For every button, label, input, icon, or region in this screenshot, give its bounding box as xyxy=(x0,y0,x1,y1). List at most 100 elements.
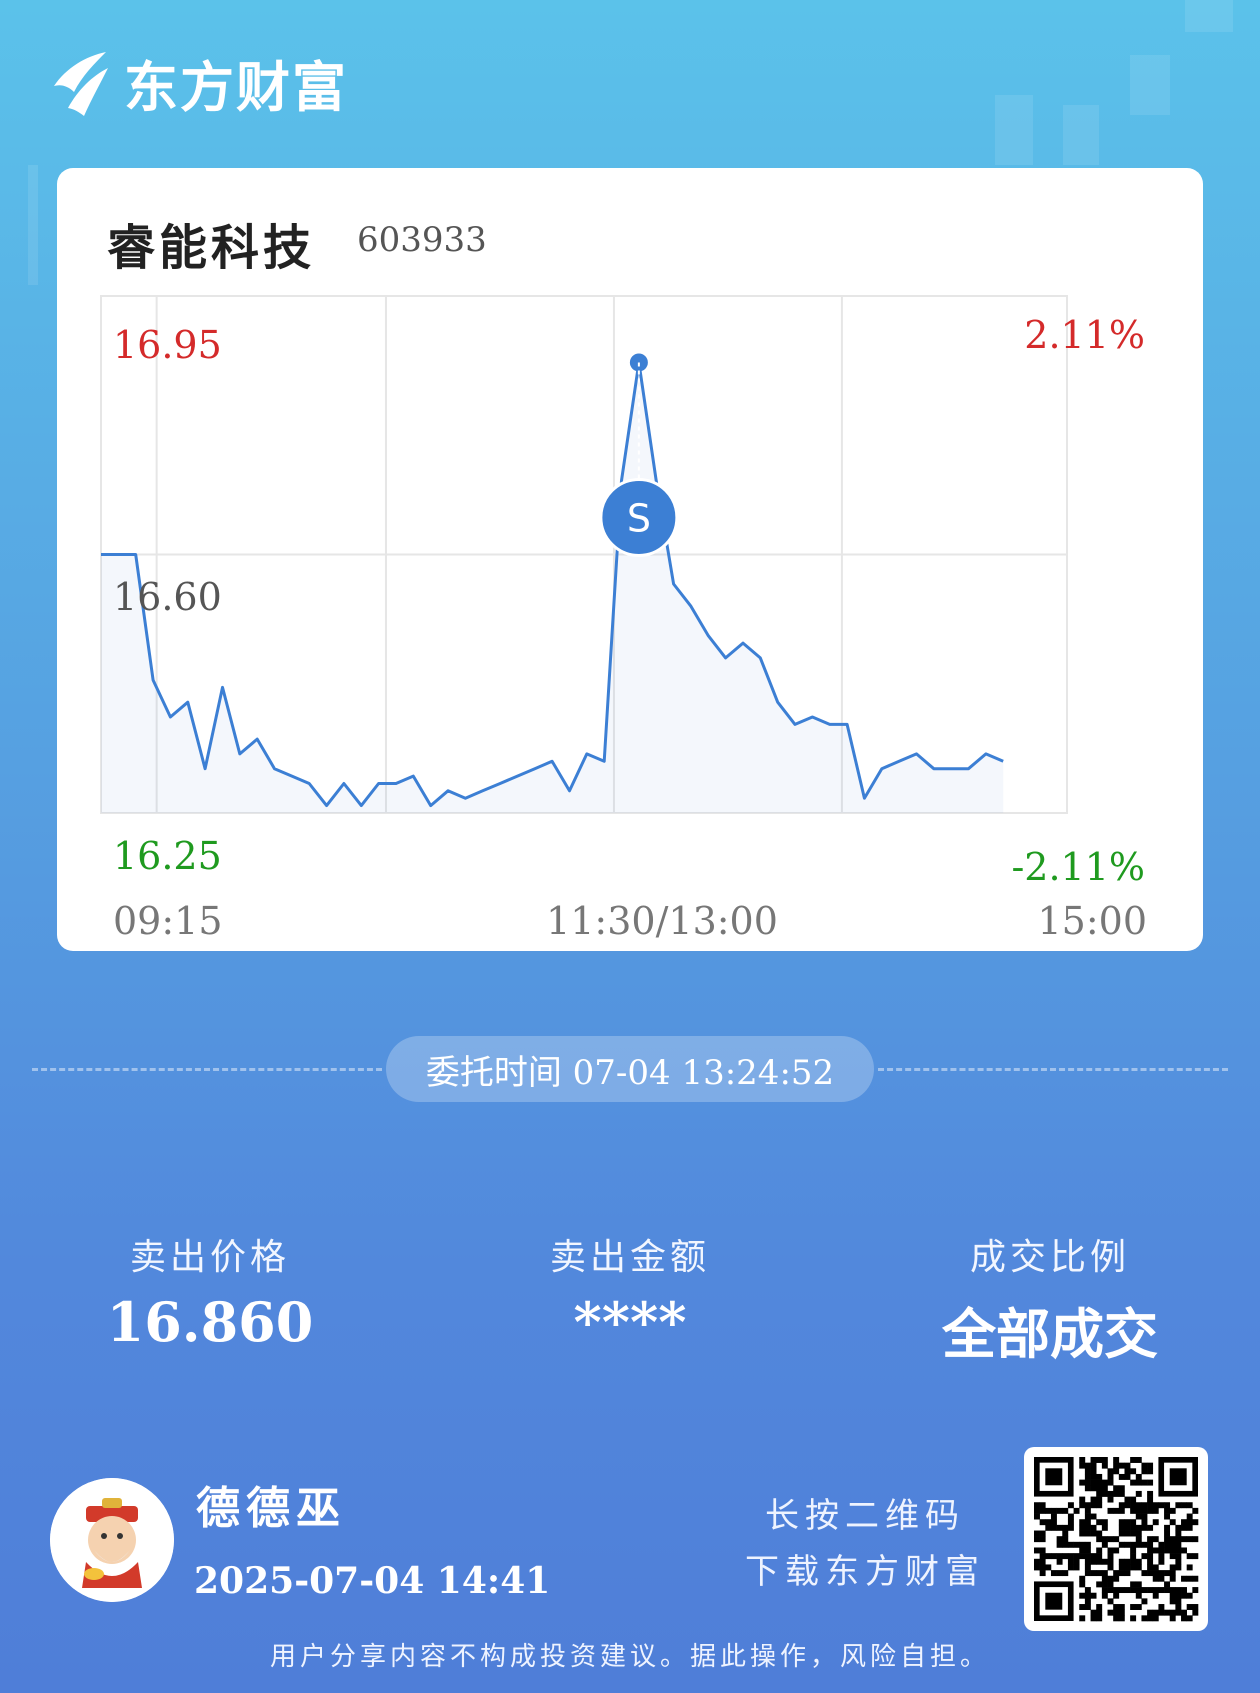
qr-module xyxy=(1135,1581,1142,1588)
user-name: 德德巫 xyxy=(196,1483,346,1534)
qr-module xyxy=(1107,1581,1114,1588)
qr-module xyxy=(1186,1502,1193,1509)
qr-module xyxy=(1101,1524,1108,1531)
qr-module xyxy=(1107,1575,1114,1582)
stat-value: **** xyxy=(573,1290,687,1354)
qr-module xyxy=(1141,1479,1148,1486)
qr-module xyxy=(1147,1468,1154,1475)
qr-module xyxy=(1096,1457,1103,1463)
qr-code[interactable] xyxy=(1024,1447,1208,1631)
qr-module xyxy=(1062,1570,1069,1577)
qr-module xyxy=(1113,1507,1120,1514)
qr-module xyxy=(1124,1564,1131,1571)
qr-module xyxy=(1169,1598,1176,1605)
qr-module xyxy=(1101,1485,1108,1492)
qr-module xyxy=(1096,1604,1103,1610)
qr-module xyxy=(1107,1496,1114,1503)
avatar[interactable] xyxy=(50,1478,174,1602)
stat-sell-amount: 卖出金额 **** xyxy=(480,1228,780,1354)
qr-module xyxy=(1084,1604,1091,1610)
qr-module xyxy=(1124,1462,1131,1469)
avatar-cartoon-icon xyxy=(50,1478,174,1602)
qr-module xyxy=(1147,1570,1154,1577)
qr-module xyxy=(1079,1615,1086,1622)
price-line xyxy=(101,361,1004,808)
qr-module xyxy=(1096,1536,1103,1543)
qr-module xyxy=(1169,1536,1176,1543)
qr-module xyxy=(1169,1507,1176,1514)
qr-module xyxy=(1107,1609,1114,1616)
qr-module xyxy=(1084,1513,1091,1520)
qr-module xyxy=(1079,1541,1086,1548)
qr-module xyxy=(1186,1615,1193,1622)
qr-module xyxy=(1101,1558,1108,1565)
qr-module xyxy=(1130,1587,1137,1594)
qr-module xyxy=(1124,1502,1131,1509)
qr-module xyxy=(1084,1564,1091,1571)
qr-module xyxy=(1118,1502,1125,1509)
qr-module xyxy=(1113,1490,1120,1497)
stat-value: 全部成交 xyxy=(942,1302,1158,1366)
qr-finder xyxy=(1169,1468,1187,1486)
qr-module xyxy=(1090,1524,1097,1531)
qr-module xyxy=(1152,1507,1159,1514)
qr-module xyxy=(1124,1524,1131,1531)
qr-module xyxy=(1090,1558,1097,1565)
qr-module xyxy=(1147,1479,1154,1486)
qr-module xyxy=(1039,1519,1046,1526)
background-candle xyxy=(1185,0,1233,32)
qr-module xyxy=(1084,1598,1091,1605)
qr-module xyxy=(1073,1558,1080,1565)
qr-module xyxy=(1130,1479,1137,1486)
background-candle xyxy=(28,165,38,285)
qr-module xyxy=(1130,1564,1137,1571)
qr-module xyxy=(1118,1570,1125,1577)
qr-module xyxy=(1147,1615,1154,1622)
qr-module xyxy=(1152,1547,1159,1554)
qr-module xyxy=(1175,1530,1182,1537)
qr-module xyxy=(1135,1524,1142,1531)
qr-module xyxy=(1079,1462,1086,1469)
qr-module xyxy=(1152,1519,1159,1526)
qr-module xyxy=(1152,1575,1159,1582)
pct-label-bottom: -2.11% xyxy=(1011,845,1145,889)
qr-module xyxy=(1181,1575,1187,1582)
qr-module xyxy=(1107,1598,1114,1605)
qr-module xyxy=(1056,1553,1063,1560)
qr-module xyxy=(1107,1490,1114,1497)
qr-module xyxy=(1050,1513,1057,1520)
qr-module xyxy=(1096,1530,1103,1537)
qr-module xyxy=(1192,1553,1199,1560)
qr-module xyxy=(1034,1558,1040,1565)
qr-module xyxy=(1141,1587,1148,1594)
qr-module xyxy=(1147,1462,1154,1469)
qr-hint-line1: 长按二维码 xyxy=(765,1496,965,1536)
qr-module xyxy=(1073,1507,1080,1514)
qr-module xyxy=(1067,1502,1074,1509)
qr-module xyxy=(1130,1507,1137,1514)
qr-module xyxy=(1124,1496,1131,1503)
qr-module xyxy=(1113,1536,1120,1543)
qr-module xyxy=(1164,1570,1171,1577)
qr-module xyxy=(1152,1570,1159,1577)
qr-module xyxy=(1113,1609,1120,1616)
qr-module xyxy=(1124,1558,1131,1565)
qr-module xyxy=(1192,1587,1199,1594)
qr-module xyxy=(1141,1513,1148,1520)
qr-module xyxy=(1073,1553,1080,1560)
qr-module xyxy=(1090,1462,1097,1469)
qr-module xyxy=(1039,1502,1046,1509)
marker-label: S xyxy=(627,496,651,540)
qr-module xyxy=(1147,1558,1154,1565)
qr-module xyxy=(1079,1530,1086,1537)
qr-module xyxy=(1084,1570,1091,1577)
qr-module xyxy=(1067,1553,1074,1560)
qr-module xyxy=(1141,1570,1148,1577)
background-candle xyxy=(995,95,1033,165)
qr-module xyxy=(1186,1575,1193,1582)
qr-module xyxy=(1084,1502,1091,1509)
qr-module xyxy=(1169,1547,1176,1554)
qr-module xyxy=(1079,1575,1086,1582)
qr-code-icon xyxy=(1034,1457,1199,1622)
qr-module xyxy=(1175,1553,1182,1560)
